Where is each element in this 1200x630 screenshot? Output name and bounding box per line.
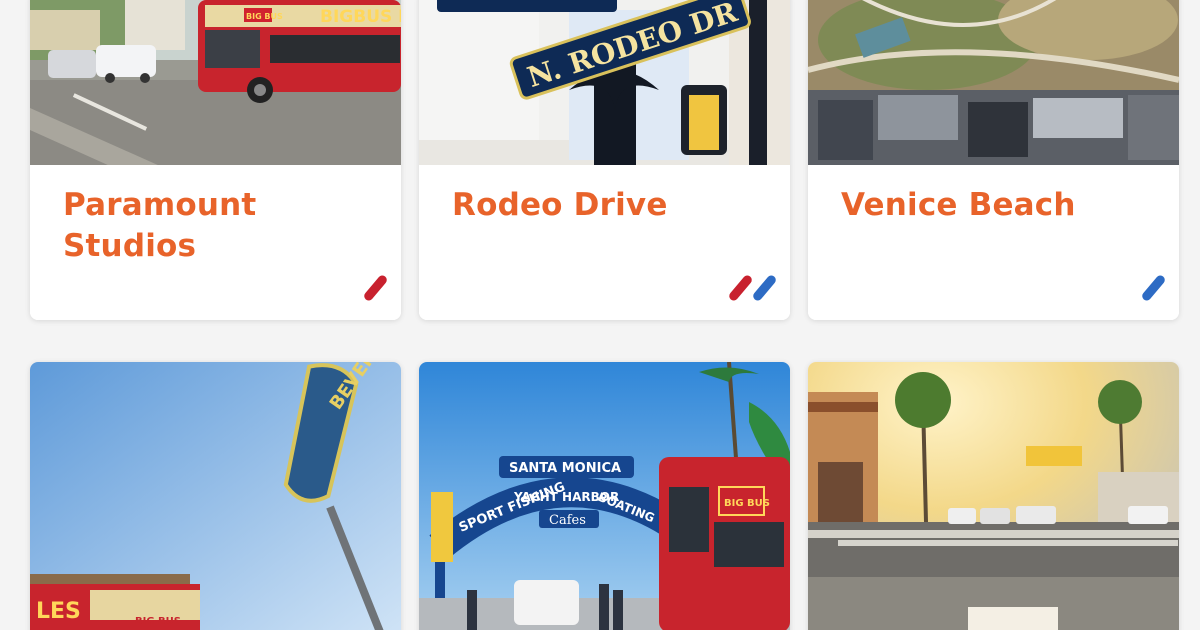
red-route-icon [365,274,387,304]
card-body: Paramount Studios [30,165,401,320]
card-title-line1: Paramount [63,187,257,223]
bus-sign-text: BIGBUS LO [320,7,401,27]
route-indicators [730,274,776,304]
aerial-city-image [808,0,1179,166]
bus-logo-text: BIG BUS [246,12,283,21]
street-sunset-image [808,362,1179,630]
card-title: Paramount Studios [63,185,371,267]
santa-monica-pier-image: SANTA MONICA YACHT HARBOR SPORT FISHING … [419,362,790,630]
card-photo-beverly-sign: BEVERLY HILLS LES BIG BUS [30,362,401,630]
bus-sign-text-2: LES [36,599,81,624]
pier-top-text: SANTA MONICA [509,461,621,476]
attraction-card-santa-monica[interactable]: SANTA MONICA YACHT HARBOR SPORT FISHING … [419,362,790,630]
bus-logo-text-2: BIG BUS [135,616,181,627]
card-photo-bus-street: BIGBUS LO BIG BUS [30,0,401,166]
card-photo-santa-monica-pier: SANTA MONICA YACHT HARBOR SPORT FISHING … [419,362,790,630]
card-title-line1: Rodeo Drive [452,187,668,223]
card-photo-street-sunset [808,362,1179,630]
route-indicators [1143,274,1165,304]
card-body: Rodeo Drive [419,165,790,320]
card-photo-rodeo-sign: N. RODEO DR [419,0,790,166]
attractions-grid: BIGBUS LO BIG BUS Paramount Studios [0,0,1200,630]
red-route-icon [730,274,752,304]
attraction-card-beverly-hills[interactable]: BEVERLY HILLS LES BIG BUS [30,362,401,630]
card-body: Venice Beach [808,165,1179,320]
attraction-card-venice-beach[interactable]: Venice Beach [808,0,1179,320]
rodeo-sign-image: N. RODEO DR [419,0,790,166]
card-photo-aerial [808,0,1179,166]
blue-route-icon [1143,274,1165,304]
card-title-line1: Venice Beach [841,187,1076,223]
card-title-line2: Studios [63,228,197,264]
attraction-card-hollywood-street[interactable] [808,362,1179,630]
attraction-card-paramount-studios[interactable]: BIGBUS LO BIG BUS Paramount Studios [30,0,401,320]
attraction-card-rodeo-drive[interactable]: N. RODEO DR Rodeo Drive [419,0,790,320]
pier-bus-logo-text: BIG BUS [724,498,770,509]
beverly-sign-image: BEVERLY HILLS LES BIG BUS [30,362,401,630]
card-title: Rodeo Drive [452,185,760,226]
pier-cafe-text: Cafes [549,513,586,528]
bus-street-image: BIGBUS LO BIG BUS [30,0,401,166]
route-indicators [365,274,387,304]
card-title: Venice Beach [841,185,1149,226]
blue-route-icon [754,274,776,304]
